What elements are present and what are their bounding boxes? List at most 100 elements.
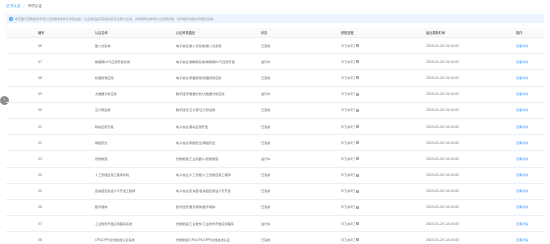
- certification-name: 移动应用开发: [95, 124, 114, 129]
- row-number: 56: [38, 205, 42, 210]
- table-row: 52 网络安全 电子信息/网络安全/网络安全 已完成 0门/共3门? 2025-01-20…: [6, 135, 544, 152]
- view-details-link[interactable]: 查看详情: [516, 87, 544, 102]
- row-number: 51: [38, 124, 42, 129]
- progress-text: 0门/共3门: [341, 124, 356, 129]
- certification-name: 人工智能应用工程师系统: [95, 173, 130, 178]
- notice-text: 本页面可查看各项专项认证的报考条件及考核进度，认证通过后可获得对应专业能力证书，…: [15, 16, 217, 21]
- certification-name: 云计算运维: [95, 108, 111, 113]
- progress-cell: 0门/共3门?: [341, 232, 401, 244]
- progress-cell: 0门/共3门?: [341, 38, 401, 53]
- progress-text: 0门/共3门: [341, 92, 356, 97]
- question-icon[interactable]: ?: [356, 108, 360, 112]
- certification-table: 编号 认证名称 认证考核路径 状态 获取进度 最近更新时间 操作 46 嵌入式系统…: [6, 28, 544, 244]
- question-icon[interactable]: ?: [356, 238, 360, 242]
- progress-text: 0门/共3门: [341, 237, 356, 242]
- progress-cell: 0门/共3门?: [341, 200, 401, 215]
- certification-path: 电子信息/嵌入式系统/嵌入式系统: [176, 43, 222, 48]
- question-icon[interactable]: ?: [356, 141, 360, 145]
- progress-cell: 0门/共3门?: [341, 168, 401, 183]
- progress-text: 0门/共3门: [341, 43, 356, 48]
- question-icon[interactable]: ?: [356, 205, 360, 209]
- question-icon[interactable]: ?: [356, 157, 360, 161]
- question-icon[interactable]: ?: [356, 222, 360, 226]
- progress-text: 0门/共3门: [341, 173, 356, 178]
- certification-name: 工业软件开发应用程序系统: [95, 221, 133, 226]
- breadcrumb: 证书认证 / 专项认证: [6, 2, 42, 10]
- table-row: 47 物联网(IoT)应用开发系统 电子信息/物联网系统/物联网(IoT)应用开发 进…: [6, 54, 544, 71]
- view-details-link[interactable]: 查看详情: [516, 184, 544, 199]
- progress-text: 0门/共3门: [341, 108, 356, 113]
- status-badge: 进行中: [261, 92, 271, 97]
- breadcrumb-link[interactable]: 证书认证: [6, 4, 20, 9]
- table-row: 49 大数据分析应用 数字经济/数据分析/大数据分析应用 进行中 0门/共3门? 2025…: [6, 87, 544, 103]
- view-details-link[interactable]: 查看详情: [516, 54, 544, 69]
- view-details-link[interactable]: 查看详情: [516, 151, 544, 166]
- table-row: 58 CPS/CPPS全栈集成认证系统 智能制造/CPS/CPS/CPPS全栈集成认…: [6, 232, 544, 244]
- question-icon[interactable]: ?: [356, 189, 360, 193]
- table-row: 51 移动应用开发 电子信息/移动应用开发 已完成 0门/共3门? 2025-01-20 …: [6, 119, 544, 136]
- table-row: 48 机器视觉应用 电子信息/机器视觉/机器视觉应用 已完成 0门/共3门? 2025-0…: [6, 70, 544, 87]
- certification-path: 电子信息/网络安全/网络安全: [176, 140, 216, 145]
- progress-cell: 0门/共3门?: [341, 54, 401, 69]
- progress-cell: 0门/共3门?: [341, 70, 401, 85]
- table-row: 53 智能制造 智能制造/工业机器人/智能制造 进行中 0门/共3门? 2025-01-2…: [6, 151, 544, 168]
- updated-time: 2025-01-20 14:10:43: [426, 92, 459, 97]
- certification-path: 数字经济/数据分析/大数据分析应用: [176, 92, 225, 97]
- view-details-link[interactable]: 查看详情: [516, 103, 544, 118]
- certification-name: 嵌入式系统: [95, 43, 111, 48]
- updated-time: 2025-01-20 14:10:43: [426, 108, 459, 113]
- view-details-link[interactable]: 查看详情: [516, 135, 544, 150]
- breadcrumb-separator: /: [23, 4, 25, 8]
- progress-cell: 0门/共3门?: [341, 216, 401, 231]
- question-icon[interactable]: ?: [356, 173, 360, 177]
- updated-time: 2025-01-20 14:10:43: [426, 189, 459, 194]
- table-row: 55 区块链应用设计与开发工程师 电子信息/区块链/区块链应用设计与开发 已完成 0门/…: [6, 184, 544, 200]
- view-details-link[interactable]: 查看详情: [516, 200, 544, 215]
- info-icon: i: [9, 16, 13, 21]
- header-progress: 获取进度: [341, 31, 354, 35]
- certification-path: 电子信息/区块链/区块链应用设计与开发: [176, 189, 231, 194]
- row-number: 47: [38, 59, 42, 64]
- progress-text: 0门/共3门: [341, 189, 356, 194]
- certification-path: 电子信息/移动应用开发: [176, 124, 208, 129]
- row-number: 50: [38, 108, 42, 113]
- status-badge: 已完成: [261, 43, 271, 48]
- updated-time: 2025-01-20 14:10:43: [426, 156, 459, 161]
- question-icon[interactable]: ?: [356, 44, 360, 48]
- certification-name: CPS/CPPS全栈集成认证系统: [95, 237, 135, 242]
- status-badge: 已完成: [261, 189, 271, 194]
- updated-time: 2025-01-20 14:10:43: [426, 173, 459, 178]
- view-details-link[interactable]: 查看详情: [516, 216, 544, 231]
- question-icon[interactable]: ?: [356, 125, 360, 129]
- progress-text: 0门/共3门: [341, 156, 356, 161]
- certification-path: 数字经济/云计算/云计算运维: [176, 108, 216, 113]
- question-icon[interactable]: ?: [356, 60, 360, 64]
- progress-cell: 0门/共3门?: [341, 103, 401, 118]
- view-details-link[interactable]: 查看详情: [516, 70, 544, 85]
- status-badge: 已完成: [261, 75, 271, 80]
- view-details-link[interactable]: 查看详情: [516, 38, 544, 53]
- view-details-link[interactable]: 查看详情: [516, 168, 544, 183]
- updated-time: 2025-01-20 14:10:43: [426, 124, 459, 129]
- row-number: 52: [38, 140, 42, 145]
- certification-name: 智能制造: [95, 156, 108, 161]
- question-icon[interactable]: ?: [356, 76, 360, 80]
- progress-cell: 0门/共3门?: [341, 151, 401, 166]
- view-details-link[interactable]: 查看详情: [516, 119, 544, 134]
- view-details-link[interactable]: 查看详情: [516, 232, 544, 244]
- updated-time: 2025-01-20 14:10:43: [426, 75, 459, 80]
- question-icon[interactable]: ?: [356, 92, 360, 96]
- row-number: 57: [38, 221, 42, 226]
- row-number: 54: [38, 173, 42, 178]
- header-status: 状态: [261, 31, 268, 35]
- status-badge: 已完成: [261, 108, 271, 113]
- table-body: 46 嵌入式系统 电子信息/嵌入式系统/嵌入式系统 已完成 0门/共3门? 2025-01…: [6, 38, 544, 244]
- certification-name: 物联网(IoT)应用开发系统: [95, 59, 130, 64]
- certification-name: 机器视觉应用: [95, 75, 114, 80]
- header-name: 认证名称: [95, 31, 108, 35]
- table-row: 56 数字媒体 数字经济/数字媒体/数字媒体 已完成 0门/共3门? 2025-01-20…: [6, 200, 544, 217]
- header-no: 编号: [38, 31, 45, 35]
- notice-banner: i 本页面可查看各项专项认证的报考条件及考核进度，认证通过后可获得对应专业能力证…: [6, 14, 544, 23]
- table-header: 编号 认证名称 认证考核路径 状态 获取进度 最近更新时间 操作: [6, 28, 544, 38]
- progress-text: 0门/共3门: [341, 205, 356, 210]
